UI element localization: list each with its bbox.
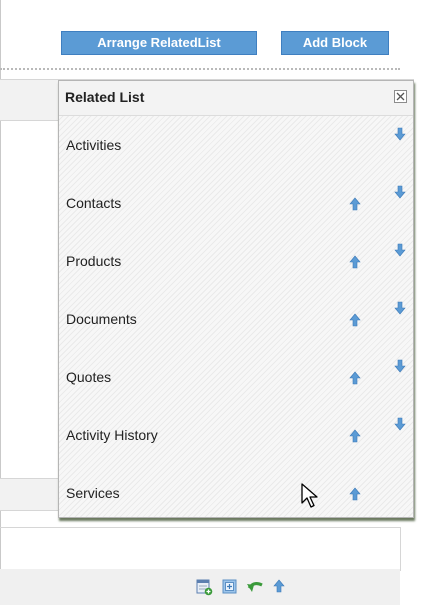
close-icon[interactable] bbox=[394, 90, 407, 103]
toolbar-divider bbox=[0, 68, 400, 70]
related-list-item: Activities bbox=[66, 137, 122, 153]
move-up-icon[interactable] bbox=[273, 579, 285, 598]
related-list-item: Activity History bbox=[66, 427, 158, 443]
move-up-arrow-icon[interactable] bbox=[349, 487, 361, 501]
arrange-related-list-button[interactable]: Arrange RelatedList bbox=[61, 31, 257, 55]
move-down-arrow-icon[interactable] bbox=[394, 127, 406, 141]
popup-header: Related List bbox=[59, 81, 413, 116]
related-list-item: Quotes bbox=[66, 369, 112, 385]
move-down-arrow-icon[interactable] bbox=[394, 185, 406, 199]
move-up-arrow-icon[interactable] bbox=[349, 429, 361, 443]
related-list-item: Documents bbox=[66, 311, 137, 327]
mouse-cursor-icon bbox=[301, 483, 318, 508]
move-up-arrow-icon[interactable] bbox=[349, 197, 361, 211]
move-up-arrow-icon[interactable] bbox=[349, 255, 361, 269]
add-block-button[interactable]: Add Block bbox=[281, 31, 389, 55]
related-list-item: Contacts bbox=[66, 195, 122, 211]
related-list-item: Products bbox=[66, 253, 122, 269]
move-up-arrow-icon[interactable] bbox=[349, 313, 361, 327]
move-down-arrow-icon[interactable] bbox=[394, 301, 406, 315]
move-down-arrow-icon[interactable] bbox=[394, 359, 406, 373]
add-field-icon[interactable] bbox=[196, 579, 213, 601]
add-block-icon[interactable] bbox=[222, 579, 237, 599]
background-block bbox=[0, 527, 401, 571]
undo-icon[interactable] bbox=[246, 579, 264, 599]
related-list-popup: Related List Activities Contacts Products D… bbox=[58, 80, 414, 518]
move-up-arrow-icon[interactable] bbox=[349, 371, 361, 385]
move-down-arrow-icon[interactable] bbox=[394, 243, 406, 257]
related-list-item: Services bbox=[66, 485, 120, 501]
popup-title: Related List bbox=[65, 89, 145, 105]
move-down-arrow-icon[interactable] bbox=[394, 417, 406, 431]
